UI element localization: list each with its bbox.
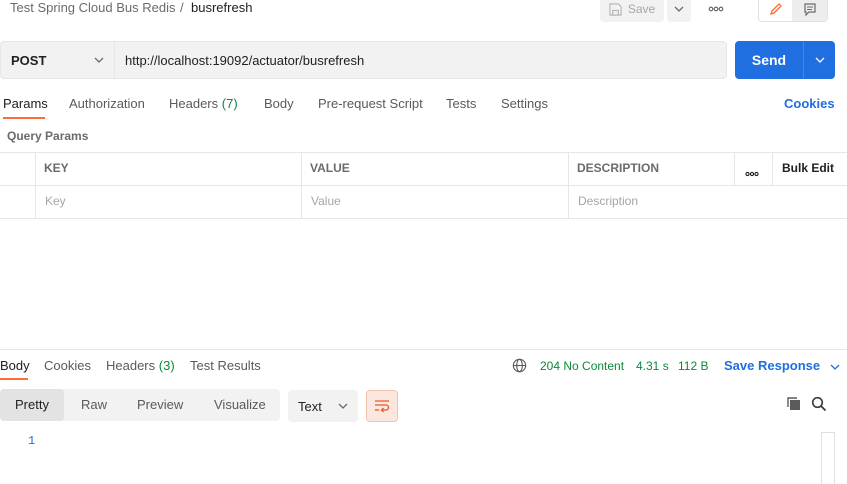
- more-horizontal-icon: [708, 6, 724, 12]
- request-name[interactable]: busrefresh: [191, 0, 252, 15]
- column-options-button[interactable]: [745, 165, 759, 180]
- value-input[interactable]: Value: [311, 194, 341, 208]
- description-input[interactable]: Description: [578, 194, 638, 208]
- comment-icon: [803, 3, 816, 16]
- save-options-button[interactable]: [667, 0, 691, 22]
- chevron-down-icon: [830, 364, 840, 370]
- save-response-label: Save Response: [724, 358, 821, 373]
- wrap-lines-icon: [375, 400, 390, 413]
- response-size[interactable]: 112 B: [678, 359, 708, 373]
- save-label: Save: [627, 2, 656, 16]
- method-select[interactable]: POST: [0, 41, 115, 79]
- column-divider: [772, 152, 773, 185]
- save-button[interactable]: Save: [600, 0, 664, 22]
- pencil-icon: [769, 3, 782, 16]
- active-tab-indicator: [0, 378, 28, 380]
- edit-mode-button[interactable]: [759, 0, 792, 21]
- column-header-key: KEY: [44, 161, 69, 175]
- chevron-down-icon: [674, 6, 684, 12]
- response-tab-cookies[interactable]: Cookies: [44, 358, 91, 373]
- table-bottom-border: [0, 218, 847, 219]
- column-header-value: VALUE: [310, 161, 350, 175]
- column-divider: [568, 152, 569, 218]
- method-label: POST: [11, 52, 47, 68]
- send-button[interactable]: Send: [735, 41, 803, 79]
- table-top-border: [0, 152, 847, 153]
- breadcrumb-parent[interactable]: Test Spring Cloud Bus Redis: [10, 0, 175, 15]
- line-number: 1: [28, 434, 36, 448]
- format-pretty[interactable]: Pretty: [15, 397, 49, 412]
- format-visualize[interactable]: Visualize: [214, 397, 266, 412]
- view-mode-toggle: [758, 0, 828, 22]
- tab-settings[interactable]: Settings: [501, 96, 548, 111]
- tab-headers[interactable]: Headers (7): [169, 96, 238, 111]
- response-tab-test-results[interactable]: Test Results: [190, 358, 261, 373]
- search-icon[interactable]: [811, 396, 827, 415]
- url-input[interactable]: [115, 41, 727, 79]
- format-raw[interactable]: Raw: [81, 397, 107, 412]
- column-divider: [301, 152, 302, 218]
- column-divider: [35, 152, 36, 218]
- language-select[interactable]: Text: [288, 390, 358, 422]
- tab-tests[interactable]: Tests: [446, 96, 476, 111]
- tab-body[interactable]: Body: [264, 96, 294, 111]
- scrollbar[interactable]: [821, 432, 835, 484]
- chevron-down-icon: [815, 57, 824, 63]
- response-headers-count-badge: (3): [158, 358, 175, 373]
- tab-params[interactable]: Params: [3, 96, 48, 111]
- bulk-edit-button[interactable]: Bulk Edit: [782, 161, 834, 175]
- format-preview[interactable]: Preview: [137, 397, 183, 412]
- globe-icon[interactable]: [512, 358, 527, 376]
- tab-pre-request-script[interactable]: Pre-request Script: [318, 96, 423, 111]
- query-params-title: Query Params: [7, 129, 89, 143]
- more-horizontal-icon: [745, 171, 759, 177]
- response-status[interactable]: 204 No Content: [540, 359, 624, 373]
- response-tab-headers[interactable]: Headers (3): [106, 358, 175, 373]
- save-icon: [609, 2, 622, 16]
- chevron-down-icon: [94, 57, 104, 63]
- column-header-description: DESCRIPTION: [577, 161, 660, 175]
- send-options-button[interactable]: [803, 41, 835, 79]
- response-time[interactable]: 4.31 s: [636, 359, 669, 373]
- headers-count-badge: (7): [221, 96, 238, 111]
- chevron-down-icon: [338, 403, 348, 409]
- more-actions-button[interactable]: [702, 0, 730, 18]
- breadcrumb-separator: /: [180, 0, 184, 15]
- copy-icon[interactable]: [786, 396, 802, 415]
- documentation-mode-button[interactable]: [792, 0, 827, 21]
- cookies-link[interactable]: Cookies: [784, 96, 835, 111]
- language-label: Text: [298, 398, 322, 414]
- column-divider: [734, 152, 735, 185]
- active-tab-indicator: [3, 117, 45, 119]
- response-tab-body[interactable]: Body: [0, 358, 30, 373]
- key-input[interactable]: Key: [45, 194, 66, 208]
- table-header-border: [0, 185, 847, 186]
- response-tab-headers-label: Headers: [106, 358, 156, 373]
- response-pane-divider[interactable]: [0, 349, 847, 350]
- tab-authorization[interactable]: Authorization: [69, 96, 145, 111]
- save-response-button[interactable]: Save Response: [724, 358, 840, 373]
- tab-headers-label: Headers: [169, 96, 219, 111]
- wrap-lines-button[interactable]: [366, 390, 398, 422]
